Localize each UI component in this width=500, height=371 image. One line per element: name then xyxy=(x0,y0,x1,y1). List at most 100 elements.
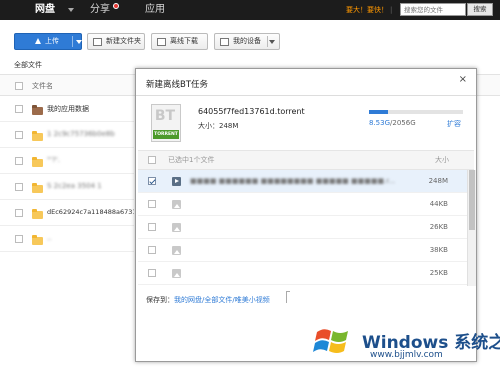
torrent-filename: 64055f7fed13761d.torrent xyxy=(198,107,305,116)
torrent-file-name: ■■■■ ■■■■■■ ■■■■■■■■ ■■■■■ ■■■■■.r... xyxy=(190,177,396,185)
file-row[interactable]: 我的应用数据 xyxy=(0,96,134,122)
torrent-file-row[interactable]: ■■■■ ■■■■■■ ■■■■■■■■ ■■■■■ ■■■■■.r... 24… xyxy=(138,170,474,193)
file-row[interactable]: S 2c2ea 3504 1 xyxy=(0,174,134,200)
file-name[interactable]: dEc62924c7a118488a673188 xyxy=(47,208,134,216)
expand-storage-link[interactable]: 扩容 xyxy=(447,119,461,129)
upload-button-label: 上传 xyxy=(45,37,59,45)
top-navigation-bar: 网盘 分享 应用 要大！要快！ | 搜索 xyxy=(0,0,500,20)
file-name[interactable]: .. xyxy=(47,234,51,242)
new-folder-icon xyxy=(93,38,102,46)
save-to-label: 保存到： xyxy=(146,296,174,304)
upload-button[interactable]: 上传 xyxy=(14,33,82,50)
offline-download-button[interactable]: 离线下载 xyxy=(151,33,208,50)
storage-total: /2056G xyxy=(390,119,416,127)
torrent-file-size: 38KB xyxy=(429,246,448,254)
folder-icon xyxy=(32,131,43,141)
scrollbar-thumb[interactable] xyxy=(469,170,475,230)
upload-dropdown-icon[interactable] xyxy=(76,40,82,44)
save-path-link[interactable]: 我的网盘/全部文件/唯美小视频 xyxy=(174,296,270,304)
image-file-icon xyxy=(172,223,181,232)
row-checkbox[interactable] xyxy=(15,105,23,113)
search-button[interactable]: 搜索 xyxy=(467,3,493,16)
promo-area: 要大！要快！ | xyxy=(346,0,394,20)
size-column-header: 大小 xyxy=(435,156,449,164)
my-devices-divider xyxy=(267,36,268,47)
file-checkbox-checked[interactable] xyxy=(148,177,156,185)
nav-tab-netdisk[interactable]: 网盘 xyxy=(35,0,55,20)
torrent-file-size: 44KB xyxy=(429,200,448,208)
path-selector-corner xyxy=(286,291,290,303)
column-header-filename[interactable]: 文件名 xyxy=(32,75,53,97)
file-name[interactable]: 1 2c9c75736b0e8b xyxy=(47,130,115,138)
my-devices-label: 我的设备 xyxy=(233,37,261,45)
torrent-file-size: 26KB xyxy=(429,223,448,231)
storage-quota-text: 8.53G/2056G xyxy=(369,119,416,127)
image-file-icon xyxy=(172,246,181,255)
file-row[interactable]: .. xyxy=(0,226,134,252)
file-list-scrollbar[interactable] xyxy=(467,170,476,286)
image-file-icon xyxy=(172,200,181,209)
nav-tab-apps[interactable]: 应用 xyxy=(145,0,165,20)
file-selection-header: 已选中1个文件 大小 xyxy=(138,150,474,170)
torrent-file-row[interactable]: 38KB xyxy=(138,239,474,262)
file-row[interactable]: dEc62924c7a118488a673188 xyxy=(0,200,134,226)
folder-icon xyxy=(32,209,43,219)
folder-icon xyxy=(32,183,43,193)
file-row[interactable]: "'?'. xyxy=(0,148,134,174)
new-folder-label: 新建文件夹 xyxy=(106,37,141,45)
promo-separator: | xyxy=(390,6,393,14)
torrent-icon-letters: BT xyxy=(154,108,176,124)
row-checkbox[interactable] xyxy=(15,157,23,165)
file-name[interactable]: 我的应用数据 xyxy=(47,104,89,114)
select-all-checkbox[interactable] xyxy=(15,82,23,90)
chevron-down-icon[interactable] xyxy=(269,40,275,44)
file-checkbox[interactable] xyxy=(148,200,156,208)
save-location: 保存到：我的网盘/全部文件/唯美小视频 xyxy=(146,295,270,305)
new-folder-button[interactable]: 新建文件夹 xyxy=(87,33,145,50)
close-icon[interactable]: × xyxy=(459,74,467,85)
offline-download-icon xyxy=(157,38,166,46)
new-bt-task-dialog: 新建离线BT任务 × BT TORRENT 64055f7fed13761d.t… xyxy=(135,68,477,362)
search-input[interactable] xyxy=(400,3,466,16)
file-name[interactable]: S 2c2ea 3504 1 xyxy=(47,182,102,190)
app-folder-icon xyxy=(32,105,43,115)
windows-logo-icon xyxy=(313,329,348,353)
torrent-icon-banner: TORRENT xyxy=(153,130,179,139)
chevron-down-icon[interactable] xyxy=(68,8,74,12)
select-all-files-checkbox[interactable] xyxy=(148,156,156,164)
upload-arrow-icon xyxy=(35,38,41,44)
folder-icon xyxy=(32,157,43,167)
torrent-file-row[interactable]: 44KB xyxy=(138,193,474,216)
nav-tab-share[interactable]: 分享 xyxy=(90,0,110,20)
file-checkbox[interactable] xyxy=(148,246,156,254)
storage-used: 8.53G xyxy=(369,119,391,127)
torrent-file-row[interactable]: 26KB xyxy=(138,216,474,239)
file-name[interactable]: "'?'. xyxy=(47,156,60,164)
breadcrumb[interactable]: 全部文件 xyxy=(14,60,42,70)
image-file-icon xyxy=(172,269,181,278)
row-checkbox[interactable] xyxy=(15,131,23,139)
file-checkbox[interactable] xyxy=(148,269,156,277)
my-devices-button[interactable]: 我的设备 xyxy=(214,33,280,50)
row-checkbox[interactable] xyxy=(15,209,23,217)
dialog-title: 新建离线BT任务 xyxy=(146,80,209,90)
file-checkbox[interactable] xyxy=(148,223,156,231)
torrent-file-size: 25KB xyxy=(429,269,448,277)
promo-link[interactable]: 要大！要快！ xyxy=(346,6,388,14)
file-row[interactable]: 1 2c9c75736b0e8b xyxy=(0,122,134,148)
torrent-file-row[interactable]: 25KB xyxy=(138,262,474,285)
row-checkbox[interactable] xyxy=(15,183,23,191)
torrent-file-icon: BT TORRENT xyxy=(151,104,181,142)
watermark-url: www.bjjmlv.com xyxy=(370,350,443,360)
row-checkbox[interactable] xyxy=(15,235,23,243)
video-file-icon xyxy=(172,177,181,186)
device-icon xyxy=(220,38,229,46)
storage-quota-bar xyxy=(369,110,463,114)
selection-count: 已选中1个文件 xyxy=(168,156,215,164)
notification-dot xyxy=(113,3,119,9)
dialog-divider xyxy=(136,95,476,96)
torrent-file-list: ■■■■ ■■■■■■ ■■■■■■■■ ■■■■■ ■■■■■.r... 24… xyxy=(138,170,474,286)
offline-download-label: 离线下载 xyxy=(170,37,198,45)
torrent-size: 大小：248M xyxy=(198,122,239,130)
storage-quota-fill xyxy=(369,110,388,114)
